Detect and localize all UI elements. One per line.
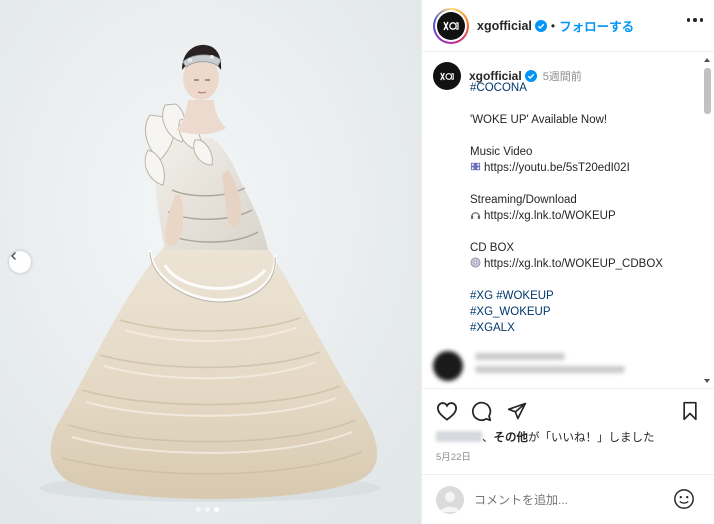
blurred-comment — [433, 351, 625, 381]
xg-logo-icon — [443, 21, 459, 30]
carousel-indicator — [196, 507, 219, 512]
caption-text: #COCONA 'WOKE UP' Available Now! Music Vid… — [470, 80, 700, 336]
avatar — [437, 11, 465, 40]
caption-line: 'WOKE UP' Available Now! — [470, 112, 700, 128]
carousel-prev-button[interactable] — [9, 251, 31, 273]
caption-line: Streaming/Download — [470, 192, 700, 208]
more-icon[interactable] — [686, 18, 703, 22]
caption-line: CD BOX — [470, 240, 700, 256]
caption-scrollbar[interactable] — [703, 58, 712, 383]
caption-gap — [470, 128, 700, 144]
bookmark-icon[interactable] — [681, 401, 699, 424]
photo-illustration — [0, 0, 421, 524]
likes-label: が「いいね！」しました — [528, 432, 655, 444]
caption-line-text[interactable]: #COCONA — [470, 82, 527, 94]
chevron-left-icon — [10, 251, 17, 261]
carousel-dot-active — [214, 507, 219, 512]
caption-link[interactable]: https://xg.lnk.to/WOKEUP_CDBOX — [470, 256, 700, 272]
caption-line-text[interactable]: https://xg.lnk.to/WOKEUP — [484, 210, 616, 222]
caption-section: xgofficial 5週間前 #COCONA 'WOKE UP' Availab… — [422, 53, 714, 386]
scroll-thumb[interactable] — [704, 68, 711, 114]
carousel-dot — [205, 507, 210, 512]
heart-icon[interactable] — [436, 401, 458, 424]
caption-hashtag[interactable]: #XG #WOKEUP — [470, 288, 700, 304]
caption-gap — [470, 176, 700, 192]
xg-logo-icon — [440, 72, 454, 80]
liker-name-blurred[interactable] — [436, 431, 482, 442]
user-avatar — [436, 485, 464, 514]
caption-hashtag[interactable]: #XG_WOKEUP — [470, 304, 700, 320]
caption-gap — [470, 272, 700, 288]
post-photo[interactable] — [0, 0, 421, 524]
caption-gap — [470, 96, 700, 112]
caption-line-text[interactable]: https://xg.lnk.to/WOKEUP_CDBOX — [484, 258, 663, 270]
caption-line-text[interactable]: https://youtu.be/5sT20edI02I — [484, 162, 630, 174]
caption-hashtag[interactable]: #XGALX — [470, 320, 700, 336]
header-separator: • — [550, 18, 556, 33]
caption-avatar[interactable] — [433, 62, 461, 90]
likes-suffix: 、 — [482, 432, 494, 444]
scroll-down-arrow-icon[interactable] — [704, 379, 710, 383]
carousel-dot — [196, 507, 201, 512]
film-frames-icon — [470, 162, 484, 174]
story-ring[interactable] — [433, 7, 469, 44]
disc-icon — [470, 257, 484, 270]
caption-line-text: Music Video — [470, 146, 533, 158]
caption-line-text[interactable]: #XG #WOKEUP — [470, 290, 554, 302]
likes-text: 、その他が「いいね！」しました — [436, 429, 655, 445]
share-icon[interactable] — [507, 401, 527, 424]
caption-line: Music Video — [470, 144, 700, 160]
caption-link[interactable]: https://youtu.be/5sT20edI02I — [470, 160, 700, 176]
headphones-icon — [470, 210, 484, 222]
caption-line-text: Streaming/Download — [470, 194, 577, 206]
comment-icon[interactable] — [471, 401, 492, 425]
caption-line-text: 'WOKE UP' Available Now! — [470, 114, 608, 126]
caption-link[interactable]: https://xg.lnk.to/WOKEUP — [470, 208, 700, 224]
post-header: xgofficial • フォローする — [422, 0, 714, 52]
smile-icon[interactable] — [673, 488, 695, 513]
caption-line-text[interactable]: #XG_WOKEUP — [470, 306, 551, 318]
caption-line-text: CD BOX — [470, 242, 515, 254]
follow-button[interactable]: フォローする — [559, 16, 634, 35]
action-bar: 、その他が「いいね！」しました 5月22日 — [422, 388, 714, 483]
scroll-up-arrow-icon[interactable] — [704, 58, 710, 62]
verified-badge-icon — [534, 19, 547, 32]
comment-composer — [422, 474, 714, 524]
caption-hashtag[interactable]: #COCONA — [470, 80, 700, 96]
post-side-panel: xgofficial • フォローする xgofficial 5週間前 #COC… — [421, 0, 714, 524]
comment-avatar — [433, 351, 463, 381]
default-avatar-icon — [440, 491, 460, 512]
likes-others-link[interactable]: その他 — [494, 432, 529, 444]
comment-input[interactable] — [474, 492, 664, 507]
caption-gap — [470, 224, 700, 240]
caption-line-text[interactable]: #XGALX — [470, 322, 515, 334]
header-username[interactable]: xgofficial — [477, 19, 532, 33]
post-date[interactable]: 5月22日 — [436, 449, 471, 463]
